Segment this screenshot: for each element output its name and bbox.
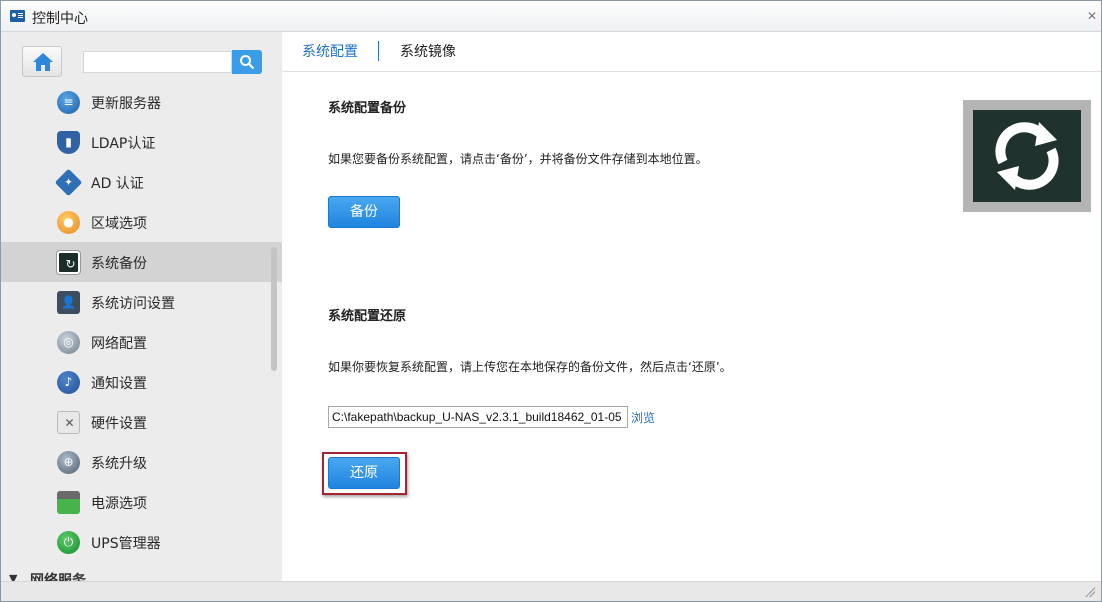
window-title: 控制中心 bbox=[32, 11, 88, 27]
sidebar-item-label: 区域选项 bbox=[91, 216, 147, 232]
refresh-arrows-icon bbox=[995, 122, 1059, 190]
main-panel: 系统配置 系统镜像 系统配置备份 如果您要备份系统配置，请点击‘备份’，并将备份… bbox=[282, 32, 1101, 581]
sidebar-item-label: 硬件设置 bbox=[91, 416, 147, 432]
sidebar-item-access-settings[interactable]: 👤 系统访问设置 bbox=[1, 282, 282, 322]
chevron-down-icon: ▼ bbox=[9, 572, 18, 581]
sidebar-item-label: 电源选项 bbox=[91, 496, 147, 512]
sidebar-item-ad-auth[interactable]: ✦ AD 认证 bbox=[1, 162, 282, 202]
sidebar-item-system-upgrade[interactable]: ⊕ 系统升级 bbox=[1, 442, 282, 482]
title-bar: 控制中心 ✕ bbox=[1, 1, 1101, 32]
sidebar-nav-list: ≡ 更新服务器 ▮ LDAP认证 ✦ AD 认证 ● 区域选项 ↻ 系统备份 👤 bbox=[1, 82, 282, 562]
control-center-window: 控制中心 ✕ ≡ 更新服务器 ▮ LDAP认证 ✦ AD 认证 ● 区域选项 ↻… bbox=[0, 0, 1102, 602]
access-settings-icon: 👤 bbox=[57, 291, 80, 314]
update-server-icon: ≡ bbox=[57, 91, 80, 114]
backup-button[interactable]: 备份 bbox=[328, 196, 400, 228]
home-button[interactable] bbox=[22, 46, 62, 77]
sidebar-section-network-services[interactable]: ▼ 网络服务 bbox=[1, 570, 282, 581]
sidebar-item-label: UPS管理器 bbox=[91, 536, 161, 552]
network-icon: ◎ bbox=[57, 331, 80, 354]
backup-section-title: 系统配置备份 bbox=[328, 101, 407, 116]
sidebar-item-label: 网络配置 bbox=[91, 336, 147, 352]
sidebar-item-label: 系统访问设置 bbox=[91, 296, 175, 312]
sidebar-item-network[interactable]: ◎ 网络配置 bbox=[1, 322, 282, 362]
restore-section-title: 系统配置还原 bbox=[328, 309, 407, 324]
sidebar-section-label: 网络服务 bbox=[30, 573, 86, 581]
sidebar: ≡ 更新服务器 ▮ LDAP认证 ✦ AD 认证 ● 区域选项 ↻ 系统备份 👤 bbox=[1, 32, 282, 581]
home-icon bbox=[33, 53, 53, 71]
tab-divider bbox=[378, 41, 379, 61]
ad-auth-icon: ✦ bbox=[54, 168, 83, 197]
search-icon bbox=[240, 55, 255, 70]
tab-system-image[interactable]: 系统镜像 bbox=[400, 41, 456, 61]
browse-link[interactable]: 浏览 bbox=[631, 409, 655, 426]
restore-description: 如果你要恢复系统配置，请上传您在本地保存的备份文件，然后点击‘还原’。 bbox=[328, 360, 732, 374]
sidebar-item-label: 系统备份 bbox=[91, 256, 147, 272]
power-battery-icon bbox=[57, 491, 80, 514]
backup-illustration bbox=[963, 100, 1091, 212]
sidebar-item-label: AD 认证 bbox=[91, 176, 144, 192]
restore-button[interactable]: 还原 bbox=[328, 457, 400, 489]
sidebar-item-label: LDAP认证 bbox=[91, 136, 156, 152]
tab-system-config[interactable]: 系统配置 bbox=[302, 41, 358, 61]
sidebar-item-power[interactable]: 电源选项 bbox=[1, 482, 282, 522]
sidebar-item-label: 通知设置 bbox=[91, 376, 147, 392]
sidebar-item-label: 更新服务器 bbox=[91, 96, 161, 112]
sidebar-item-system-backup[interactable]: ↻ 系统备份 bbox=[1, 242, 282, 282]
search-button[interactable] bbox=[232, 50, 262, 74]
notification-bell-icon: ♪ bbox=[57, 371, 80, 394]
system-upgrade-globe-icon: ⊕ bbox=[57, 451, 80, 474]
sidebar-scrollbar[interactable] bbox=[271, 247, 277, 371]
search-input[interactable] bbox=[83, 51, 232, 73]
restore-file-input[interactable]: C:\fakepath\backup_U-NAS_v2.3.1_build184… bbox=[328, 406, 628, 428]
status-bar bbox=[1, 581, 1101, 601]
sidebar-item-ldap[interactable]: ▮ LDAP认证 bbox=[1, 122, 282, 162]
sidebar-item-update-server[interactable]: ≡ 更新服务器 bbox=[1, 82, 282, 122]
sidebar-item-ups[interactable]: ⏻ UPS管理器 bbox=[1, 522, 282, 562]
sidebar-item-region[interactable]: ● 区域选项 bbox=[1, 202, 282, 242]
sidebar-item-label: 系统升级 bbox=[91, 456, 147, 472]
hardware-tools-icon: ✕ bbox=[57, 411, 80, 434]
backup-description: 如果您要备份系统配置，请点击‘备份’，并将备份文件存储到本地位置。 bbox=[328, 152, 708, 166]
ups-icon: ⏻ bbox=[57, 531, 80, 554]
ldap-shield-icon: ▮ bbox=[57, 131, 80, 154]
sidebar-item-notification[interactable]: ♪ 通知设置 bbox=[1, 362, 282, 402]
resize-grip-icon[interactable] bbox=[1085, 587, 1095, 597]
sidebar-item-hardware[interactable]: ✕ 硬件设置 bbox=[1, 402, 282, 442]
tab-bar: 系统配置 系统镜像 bbox=[282, 32, 1101, 72]
system-backup-icon: ↻ bbox=[57, 251, 80, 274]
close-icon[interactable]: ✕ bbox=[1085, 9, 1099, 23]
control-center-app-icon bbox=[10, 10, 25, 22]
region-icon: ● bbox=[57, 211, 80, 234]
